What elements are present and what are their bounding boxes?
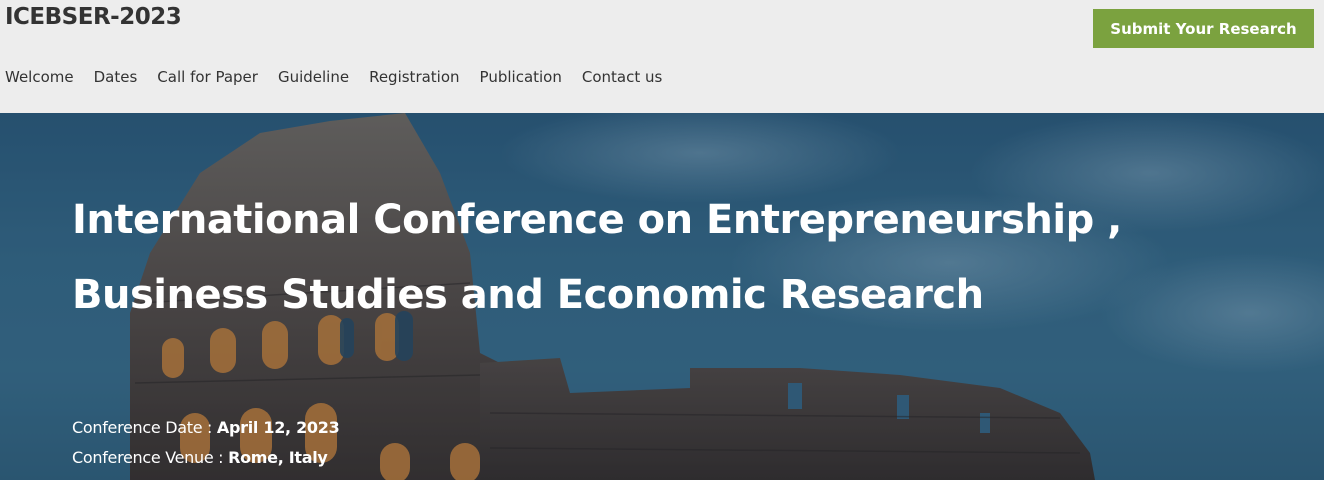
main-nav: Welcome Dates Call for Paper Guideline R… [5, 67, 682, 87]
nav-call-for-paper[interactable]: Call for Paper [157, 67, 258, 87]
conference-venue: Conference Venue : Rome, Italy [72, 448, 328, 467]
nav-publication[interactable]: Publication [480, 67, 562, 87]
site-logo[interactable]: ICEBSER-2023 [5, 4, 182, 30]
conference-venue-label: Conference Venue : [72, 448, 229, 467]
nav-contact-us[interactable]: Contact us [582, 67, 662, 87]
submit-research-button[interactable]: Submit Your Research [1093, 9, 1314, 48]
nav-dates[interactable]: Dates [94, 67, 138, 87]
hero-banner: International Conference on Entrepreneur… [0, 113, 1324, 480]
conference-date-value: April 12, 2023 [216, 418, 340, 437]
conference-date-label: Conference Date : [72, 418, 217, 437]
conference-venue-value: Rome, Italy [228, 448, 328, 467]
nav-guideline[interactable]: Guideline [278, 67, 349, 87]
nav-registration[interactable]: Registration [369, 67, 459, 87]
conference-date: Conference Date : April 12, 2023 [72, 418, 340, 437]
nav-welcome[interactable]: Welcome [5, 67, 74, 87]
site-header: ICEBSER-2023 Submit Your Research Welcom… [0, 0, 1324, 113]
conference-title: International Conference on Entrepreneur… [72, 197, 1122, 318]
